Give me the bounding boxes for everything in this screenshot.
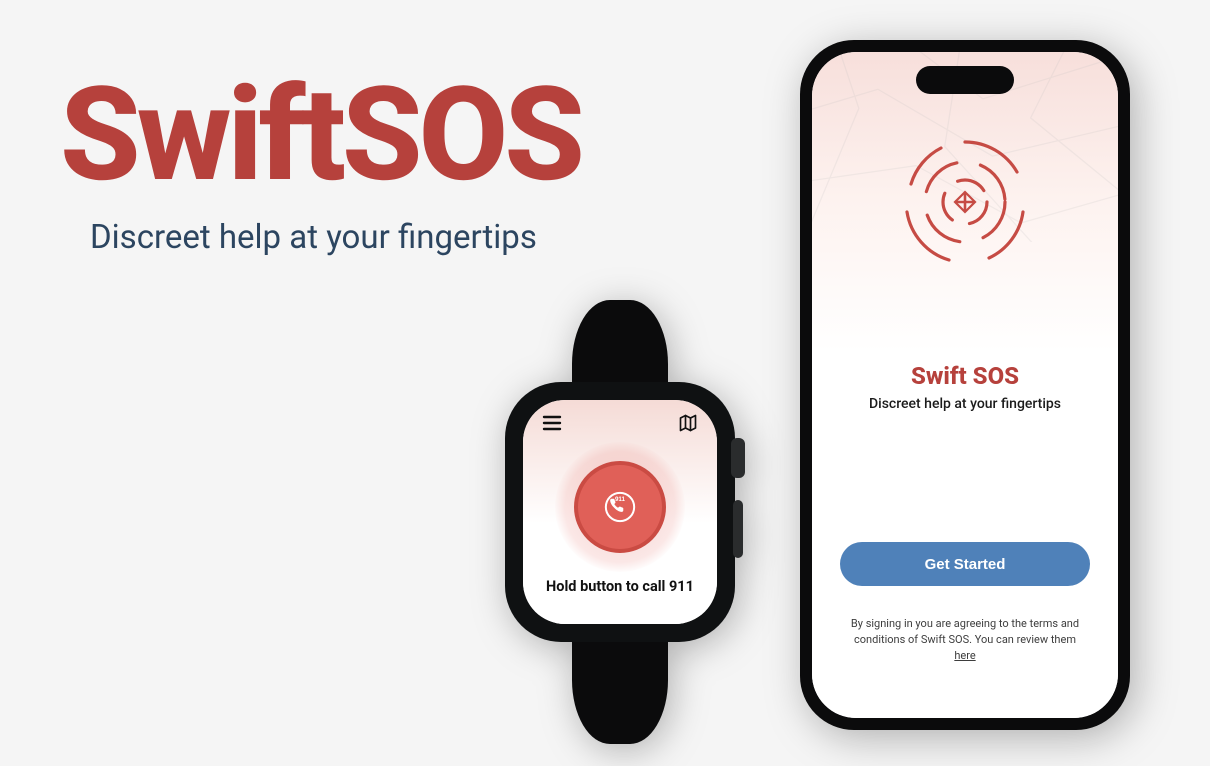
sos-button[interactable]: 911 xyxy=(574,461,666,553)
terms-prefix: By signing in you are agreeing to the te… xyxy=(851,617,1079,646)
phone-mockup: Swift SOS Discreet help at your fingerti… xyxy=(800,40,1130,730)
watch-hint-text: Hold button to call 911 xyxy=(546,578,694,595)
watch-case: 911 Hold button to call 911 xyxy=(505,382,735,642)
watch-band-top xyxy=(572,300,668,390)
watch-side-button xyxy=(733,500,743,558)
hero-tagline: Discreet help at your fingertips xyxy=(90,218,581,257)
watch-top-bar xyxy=(523,400,717,434)
get-started-button[interactable]: Get Started xyxy=(840,542,1090,586)
watch-screen: 911 Hold button to call 911 xyxy=(523,400,717,624)
watch-band-bottom xyxy=(572,634,668,744)
phone-frame: Swift SOS Discreet help at your fingerti… xyxy=(800,40,1130,730)
phone-911-icon: 911 xyxy=(600,487,640,527)
map-icon[interactable] xyxy=(677,412,699,434)
phone-app-title: Swift SOS xyxy=(911,362,1019,390)
phone-content: Swift SOS Discreet help at your fingerti… xyxy=(812,52,1118,718)
sos-badge-text: 911 xyxy=(615,496,626,503)
terms-text: By signing in you are agreeing to the te… xyxy=(845,616,1085,664)
terms-link[interactable]: here xyxy=(954,649,975,662)
phone-screen: Swift SOS Discreet help at your fingerti… xyxy=(812,52,1118,718)
watch-mockup: 911 Hold button to call 911 xyxy=(500,300,740,744)
radar-icon xyxy=(895,132,1035,272)
hero: SwiftSOS Discreet help at your fingertip… xyxy=(60,70,581,257)
hero-title: SwiftSOS xyxy=(60,70,581,200)
phone-app-subtitle: Discreet help at your fingertips xyxy=(869,396,1061,412)
menu-icon[interactable] xyxy=(541,412,563,434)
dynamic-island xyxy=(916,66,1014,94)
watch-crown xyxy=(731,438,745,478)
sos-button-halo: 911 xyxy=(555,442,685,572)
